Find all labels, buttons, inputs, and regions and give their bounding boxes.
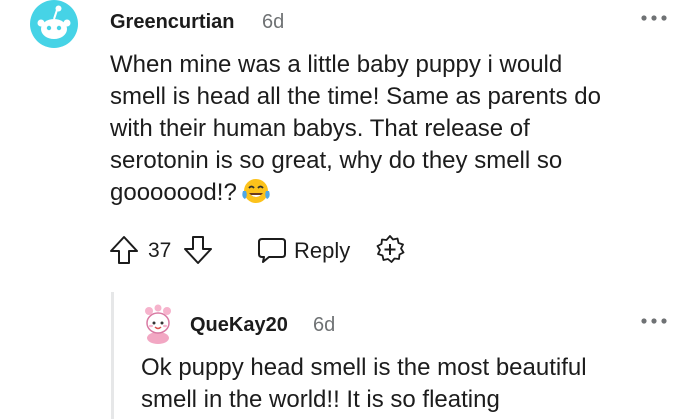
reply-button[interactable]: Reply bbox=[256, 233, 356, 267]
award-icon[interactable] bbox=[374, 234, 406, 266]
reply-body: Ok puppy head smell is the most beautifu… bbox=[141, 352, 681, 416]
reply-body-line: Ok puppy head smell is the most beautifu… bbox=[141, 354, 587, 381]
reply-label: Reply bbox=[294, 238, 351, 263]
speech-bubble-icon bbox=[258, 238, 286, 263]
comment-thread: Greencurtian 6d When mine was a little b… bbox=[0, 0, 700, 419]
reply-timestamp: 6d bbox=[313, 314, 336, 336]
face-with-tears-of-joy-icon bbox=[242, 179, 270, 203]
avatar[interactable] bbox=[141, 304, 175, 344]
more-options-icon[interactable] bbox=[639, 311, 669, 331]
vote-score: 37 bbox=[148, 239, 172, 262]
comment-body-line: gooooood!? bbox=[110, 179, 237, 206]
thread-line[interactable] bbox=[111, 292, 114, 419]
comment-body-line: serotonin is so great, why do they smell… bbox=[110, 147, 563, 174]
avatar[interactable] bbox=[30, 0, 78, 48]
comment-body-line: with their human babys. That release of bbox=[110, 115, 530, 142]
more-options-icon[interactable] bbox=[639, 8, 669, 28]
comment-body-line: When mine was a little baby puppy i woul… bbox=[110, 51, 563, 78]
comment-body-last-line: gooooood!? bbox=[110, 177, 670, 209]
comment-body: When mine was a little baby puppy i woul… bbox=[110, 49, 670, 209]
comment-body-line: smell is head all the time! Same as pare… bbox=[110, 83, 601, 110]
comment-author[interactable]: Greencurtian bbox=[110, 11, 234, 34]
reply-body-line: smell in the world!! It is so fleating bbox=[141, 386, 500, 413]
comment-timestamp: 6d bbox=[262, 11, 285, 33]
reply-author[interactable]: QueKay20 bbox=[190, 314, 288, 337]
downvote-icon[interactable] bbox=[182, 234, 214, 266]
upvote-icon[interactable] bbox=[108, 234, 140, 266]
